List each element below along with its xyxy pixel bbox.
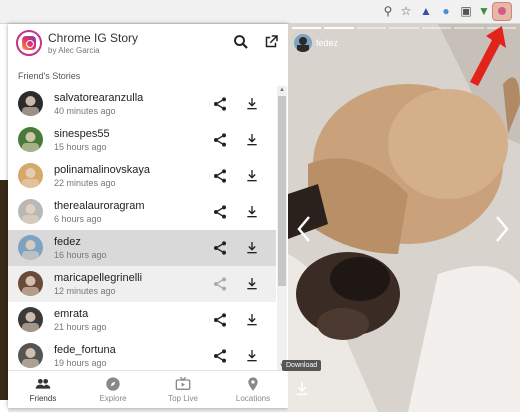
previous-story-arrow-icon[interactable] bbox=[294, 214, 314, 244]
chrome-ig-story-extension-icon[interactable] bbox=[492, 2, 512, 21]
download-icon[interactable] bbox=[244, 312, 260, 328]
story-list: salvatorearanzulla 40 minutes ago sinespes… bbox=[8, 86, 276, 370]
story-row[interactable]: polinamalinovskaya 22 minutes ago bbox=[8, 158, 276, 194]
avatar bbox=[18, 235, 43, 260]
download-icon[interactable] bbox=[244, 96, 260, 112]
scroll-up-arrow-icon[interactable]: ▲ bbox=[278, 86, 286, 94]
share-icon[interactable] bbox=[212, 204, 228, 220]
download-icon[interactable] bbox=[244, 168, 260, 184]
nav-friends[interactable]: Friends bbox=[8, 371, 78, 409]
bottom-navigation: Friends Explore Top Live Locations bbox=[8, 370, 288, 408]
location-pin-icon bbox=[248, 377, 258, 391]
progress-segment bbox=[421, 27, 452, 29]
nav-label-friends: Friends bbox=[29, 394, 57, 403]
avatar bbox=[18, 271, 43, 296]
popup-header: Chrome IG Story by Alec Garcia bbox=[8, 24, 288, 62]
share-icon[interactable] bbox=[212, 168, 228, 184]
nav-label-top-live: Top Live bbox=[168, 394, 198, 403]
progress-segment bbox=[324, 27, 354, 29]
friends-stories-heading: Friend's Stories bbox=[18, 71, 81, 81]
story-row[interactable]: emrata 21 hours ago bbox=[8, 302, 276, 338]
app-author: by Alec Garcia bbox=[48, 46, 100, 55]
extension-popup: Chrome IG Story by Alec Garcia Friend's … bbox=[8, 24, 288, 408]
share-icon[interactable] bbox=[212, 276, 228, 292]
open-in-new-icon[interactable] bbox=[262, 33, 280, 51]
story-timestamp: 6 hours ago bbox=[54, 214, 102, 224]
story-timestamp: 19 hours ago bbox=[54, 358, 107, 368]
progress-segment bbox=[389, 27, 419, 29]
story-timestamp: 21 hours ago bbox=[54, 322, 107, 332]
nav-locations[interactable]: Locations bbox=[218, 371, 288, 409]
download-icon[interactable] bbox=[244, 132, 260, 148]
download-icon[interactable] bbox=[244, 204, 260, 220]
share-icon[interactable] bbox=[212, 240, 228, 256]
compass-icon bbox=[106, 377, 120, 391]
share-icon[interactable] bbox=[212, 312, 228, 328]
share-icon[interactable] bbox=[212, 96, 228, 112]
people-icon bbox=[35, 379, 51, 389]
story-username: fede_fortuna bbox=[54, 344, 116, 356]
avatar bbox=[18, 91, 43, 116]
story-download-icon[interactable] bbox=[293, 380, 311, 398]
avatar bbox=[18, 343, 43, 368]
story-row[interactable]: fede_fortuna 19 hours ago bbox=[8, 338, 276, 370]
extension-blue-icon[interactable]: ● bbox=[439, 4, 453, 18]
cast-icon[interactable]: ▣ bbox=[459, 4, 473, 18]
avatar bbox=[18, 127, 43, 152]
story-timestamp: 22 minutes ago bbox=[54, 178, 116, 188]
story-username: polinamalinovskaya bbox=[54, 164, 150, 176]
live-tv-icon bbox=[175, 376, 191, 390]
avatar bbox=[18, 307, 43, 332]
story-timestamp: 40 minutes ago bbox=[54, 106, 116, 116]
annotation-arrow bbox=[470, 26, 506, 86]
app-logo-icon bbox=[16, 30, 42, 56]
next-story-arrow-icon[interactable] bbox=[492, 214, 512, 244]
share-icon[interactable] bbox=[212, 132, 228, 148]
story-username: maricapellegrinelli bbox=[54, 272, 143, 284]
story-timestamp: 16 hours ago bbox=[54, 250, 107, 260]
bookmark-star-icon[interactable]: ☆ bbox=[399, 4, 413, 18]
story-timestamp: 15 hours ago bbox=[54, 142, 107, 152]
download-tooltip: Download bbox=[282, 360, 322, 371]
story-username: salvatorearanzulla bbox=[54, 92, 144, 104]
extension-green-icon[interactable]: ▼ bbox=[477, 4, 491, 18]
nav-explore[interactable]: Explore bbox=[78, 371, 148, 409]
scrollbar-thumb[interactable] bbox=[278, 96, 286, 286]
progress-segment bbox=[356, 27, 387, 29]
avatar bbox=[18, 163, 43, 188]
story-username: fedez bbox=[316, 38, 339, 48]
zoom-icon[interactable]: ⚲ bbox=[381, 4, 395, 18]
story-row[interactable]: fedez 16 hours ago bbox=[8, 230, 276, 266]
avatar bbox=[18, 199, 43, 224]
story-row[interactable]: therealauroragram 6 hours ago bbox=[8, 194, 276, 230]
extension-shield-icon[interactable]: ▲ bbox=[419, 4, 433, 18]
story-row[interactable]: maricapellegrinelli 12 minutes ago bbox=[8, 266, 276, 302]
story-avatar bbox=[294, 34, 312, 52]
page-background-image bbox=[0, 180, 8, 400]
download-icon[interactable] bbox=[244, 348, 260, 364]
nav-top-live[interactable]: Top Live bbox=[148, 371, 218, 409]
progress-segment bbox=[292, 27, 322, 29]
story-row[interactable]: salvatorearanzulla 40 minutes ago bbox=[8, 86, 276, 122]
story-username: fedez bbox=[54, 236, 81, 248]
story-username: therealauroragram bbox=[54, 200, 145, 212]
nav-label-explore: Explore bbox=[99, 394, 127, 403]
search-icon[interactable] bbox=[232, 33, 250, 51]
share-icon[interactable] bbox=[212, 348, 228, 364]
story-username: emrata bbox=[54, 308, 89, 320]
download-icon[interactable] bbox=[244, 240, 260, 256]
download-icon[interactable] bbox=[244, 276, 260, 292]
scrollbar[interactable]: ▲ ▼ bbox=[277, 86, 287, 370]
story-timestamp: 12 minutes ago bbox=[54, 286, 116, 296]
story-row[interactable]: sinespes55 15 hours ago bbox=[8, 122, 276, 158]
app-title: Chrome IG Story bbox=[48, 31, 139, 45]
story-username: sinespes55 bbox=[54, 128, 110, 140]
browser-toolbar: ⚲ ☆ ▲ ● ▣ ▼ bbox=[0, 0, 520, 24]
nav-label-locations: Locations bbox=[235, 394, 271, 403]
